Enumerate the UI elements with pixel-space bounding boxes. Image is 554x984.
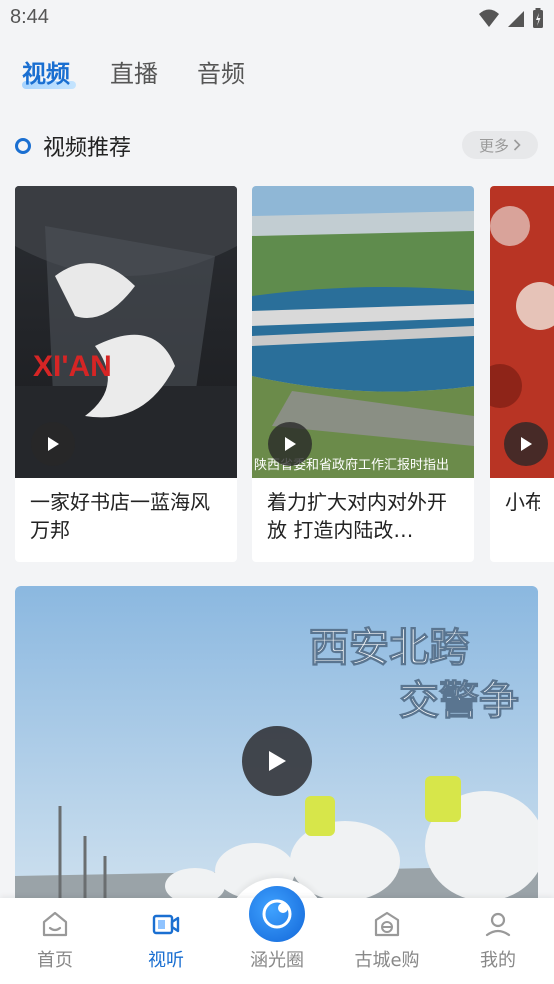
nav-media[interactable]: 视听	[121, 910, 211, 972]
play-icon	[504, 422, 548, 466]
video-thumbnail: 陕西省委和省政府工作汇报时指出	[252, 186, 474, 478]
video-thumbnail	[490, 186, 554, 478]
status-bar: 8:44	[0, 0, 554, 38]
circle-icon	[262, 899, 292, 929]
play-icon	[242, 726, 312, 796]
tab-video[interactable]: 视频	[22, 54, 70, 89]
nav-shop-label: 古城e购	[354, 950, 420, 971]
nav-circle-button[interactable]	[249, 886, 305, 942]
featured-video[interactable]: 西安北跨 交警争	[15, 586, 538, 906]
video-thumbnail: XI'AN	[15, 186, 237, 478]
nav-media-label: 视听	[148, 950, 184, 971]
video-title: 一家好书店一蓝海风 万邦	[30, 490, 210, 542]
section-header: 视频推荐 更多	[0, 124, 554, 168]
video-card[interactable]: XI'AN 一家好书店一蓝海风 万邦	[15, 186, 237, 562]
featured-caption-line1: 西安北跨	[309, 624, 470, 671]
battery-icon	[533, 8, 543, 28]
nav-home-label: 首页	[37, 950, 73, 971]
nav-circle-label: 涵光圈	[250, 950, 304, 971]
home-icon	[42, 911, 68, 937]
tab-audio[interactable]: 音频	[197, 54, 245, 89]
play-icon	[31, 422, 75, 466]
video-card[interactable]: 小布——	[490, 186, 554, 562]
signal-icon	[508, 11, 524, 27]
status-time: 8:44	[10, 6, 49, 28]
featured-caption-line2: 交警争	[399, 677, 519, 724]
play-icon	[268, 422, 312, 466]
nav-profile[interactable]: 我的	[453, 910, 543, 972]
thumbnail-logo-text: XI'AN	[33, 350, 112, 383]
video-title: 着力扩大对内对外开放 打造内陆改…	[267, 490, 447, 542]
more-button[interactable]: 更多	[462, 131, 538, 159]
top-tabs: 视频 直播 音频	[0, 48, 554, 98]
video-card[interactable]: 陕西省委和省政府工作汇报时指出 着力扩大对内对外开放 打造内陆改…	[252, 186, 474, 562]
tab-live[interactable]: 直播	[110, 54, 158, 89]
more-label: 更多	[478, 136, 509, 155]
shop-icon	[374, 911, 400, 937]
profile-icon	[485, 912, 511, 937]
nav-shop[interactable]: 古城e购	[342, 910, 432, 972]
chevron-right-icon	[513, 139, 521, 151]
section-title: 视频推荐	[43, 136, 132, 161]
video-title: 小布——	[505, 490, 540, 514]
wifi-icon	[479, 9, 499, 27]
status-icons	[478, 7, 544, 29]
nav-profile-label: 我的	[480, 950, 516, 971]
section-marker-icon	[15, 138, 31, 154]
nav-home[interactable]: 首页	[10, 910, 100, 972]
video-icon	[152, 914, 180, 935]
